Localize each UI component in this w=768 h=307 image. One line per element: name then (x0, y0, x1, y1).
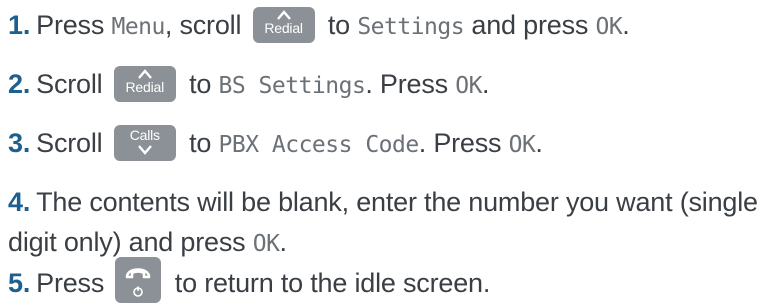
step-1: 1. Press Menu, scroll Redial to Settings … (8, 6, 630, 46)
step-text: The contents will be blank, enter the nu… (8, 187, 758, 257)
redial-key: Redial (252, 6, 315, 43)
display-text: BS Settings (218, 73, 366, 99)
step-text: to return to the idle screen. (167, 268, 491, 298)
step-dot: . (22, 69, 31, 99)
step-text: , scroll (164, 10, 249, 40)
step-number: 1 (8, 10, 23, 40)
end-call-icon (126, 268, 151, 297)
step-text: . Press (418, 128, 509, 158)
display-text: Settings (357, 14, 465, 40)
step-5: 5. Press to return to the idle screen. (8, 256, 491, 303)
step-text: Scroll (36, 128, 110, 158)
step-text: to (320, 10, 358, 40)
step-text: . (279, 227, 287, 257)
step-dot: . (22, 268, 31, 298)
key-label: Calls (129, 126, 160, 143)
display-text: PBX Access Code (218, 132, 420, 158)
step-text: to (181, 69, 219, 99)
display-text: OK (455, 73, 482, 99)
step-text: . (481, 69, 490, 99)
step-text: . (622, 10, 630, 40)
redial-key: Redial (113, 65, 176, 102)
step-number: 3 (8, 128, 23, 158)
display-text: Menu (111, 14, 165, 40)
step-text: Press (36, 10, 112, 40)
step-4: 4. The contents will be blank, enter the … (8, 182, 758, 264)
key-label: Redial (264, 19, 303, 36)
key-label: Redial (125, 78, 165, 95)
step-3: 3. Scroll Calls to PBX Access Code. Press… (8, 124, 543, 164)
step-text: to (181, 128, 219, 158)
step-text: . Press (365, 69, 456, 99)
step-dot: . (22, 128, 31, 158)
step-dot: . (22, 187, 31, 217)
display-text: OK (595, 14, 623, 40)
step-number: 5 (8, 268, 23, 298)
calls-key: Calls (113, 124, 176, 161)
step-text: Press (36, 268, 112, 298)
display-text: OK (252, 231, 280, 257)
step-2: 2. Scroll Redial to BS Settings. Press OK… (8, 65, 489, 105)
chevron-down-icon (137, 145, 152, 155)
step-number: 2 (8, 69, 23, 99)
step-number: 4 (8, 187, 23, 217)
step-text: Scroll (36, 69, 110, 99)
display-text: OK (508, 132, 536, 158)
step-text: . (535, 128, 543, 158)
step-text: and press (464, 10, 596, 40)
end-call-key (115, 256, 162, 303)
step-dot: . (22, 10, 31, 40)
